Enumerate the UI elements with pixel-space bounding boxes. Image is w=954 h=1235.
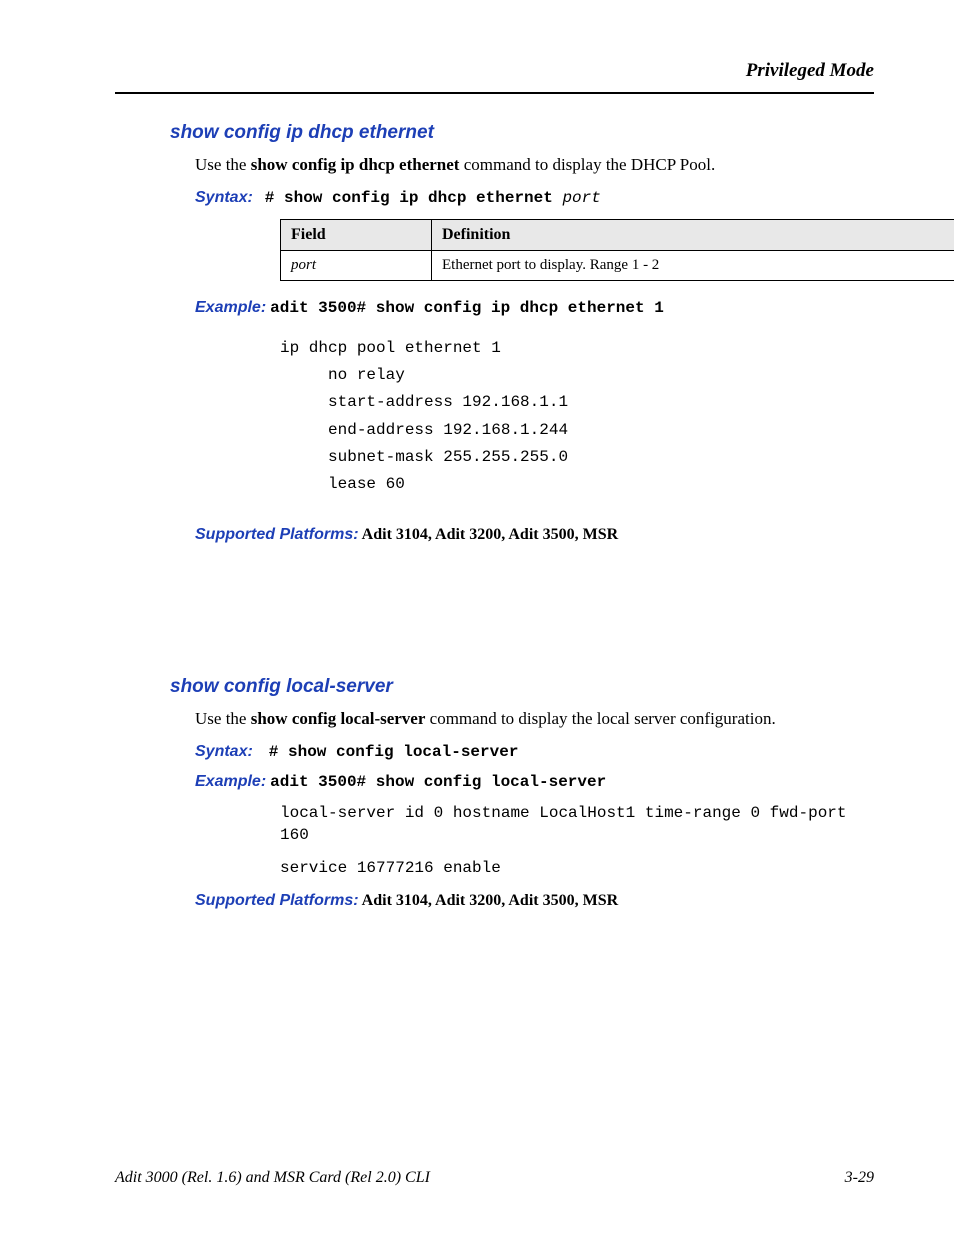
section2-intro-cmd: show config local-server <box>251 709 426 728</box>
syntax-hash: # <box>269 743 288 761</box>
platforms-list: Adit 3104, Adit 3200, Adit 3500, MSR <box>359 892 619 909</box>
section1-code-block: ip dhcp pool ethernet 1 no relay start-a… <box>280 335 874 498</box>
section2-syntax-row: Syntax: # show config local-server <box>195 743 874 761</box>
section2-intro: Use the show config local-server command… <box>195 708 874 731</box>
syntax-hash: # <box>265 189 284 207</box>
page-footer: Adit 3000 (Rel. 1.6) and MSR Card (Rel 2… <box>115 1169 874 1187</box>
section1-field-table: Field Definition port Ethernet port to d… <box>280 219 954 281</box>
platforms-label: Supported Platforms: <box>195 892 359 909</box>
section2-output-line1: local-server id 0 hostname LocalHost1 ti… <box>280 803 874 846</box>
syntax-cmd: show config local-server <box>288 743 518 761</box>
section1-title: show config ip dhcp ethernet <box>170 122 874 144</box>
section1-intro: Use the show config ip dhcp ethernet com… <box>195 154 874 177</box>
td-port-def: Ethernet port to display. Range 1 - 2 <box>432 250 954 280</box>
syntax-cmd: show config ip dhcp ethernet <box>284 189 562 207</box>
td-port: port <box>281 250 432 280</box>
section1-syntax-row: Syntax: # show config ip dhcp ethernet p… <box>195 189 874 207</box>
footer-left: Adit 3000 (Rel. 1.6) and MSR Card (Rel 2… <box>115 1169 430 1187</box>
th-definition: Definition <box>432 219 954 250</box>
section2-intro-post: command to display the local server conf… <box>425 709 775 728</box>
table-row: port Ethernet port to display. Range 1 -… <box>281 250 954 280</box>
page-header-mode: Privileged Mode <box>115 60 874 82</box>
example-cmd: adit 3500# show config local-server <box>270 773 606 791</box>
section2-title: show config local-server <box>170 676 874 698</box>
syntax-label: Syntax: <box>195 189 253 206</box>
th-field: Field <box>281 219 432 250</box>
section2-platforms-row: Supported Platforms: Adit 3104, Adit 320… <box>195 892 874 910</box>
example-label: Example: <box>195 299 266 316</box>
section2-intro-pre: Use the <box>195 709 251 728</box>
section1-intro-post: command to display the DHCP Pool. <box>459 155 715 174</box>
section1-intro-pre: Use the <box>195 155 251 174</box>
platforms-label: Supported Platforms: <box>195 526 359 543</box>
section2-example-row: Example: adit 3500# show config local-se… <box>195 773 874 791</box>
header-rule <box>115 92 874 94</box>
example-cmd: adit 3500# show config ip dhcp ethernet … <box>270 299 664 317</box>
section1-platforms-row: Supported Platforms: Adit 3104, Adit 320… <box>195 526 874 544</box>
syntax-label: Syntax: <box>195 743 253 760</box>
footer-right: 3-29 <box>845 1169 874 1187</box>
table-header-row: Field Definition <box>281 219 954 250</box>
example-label: Example: <box>195 773 266 790</box>
section1-example-row: Example: adit 3500# show config ip dhcp … <box>195 299 874 317</box>
platforms-list: Adit 3104, Adit 3200, Adit 3500, MSR <box>359 526 619 543</box>
section1-intro-cmd: show config ip dhcp ethernet <box>251 155 460 174</box>
section2-output-line2: service 16777216 enable <box>280 858 874 880</box>
syntax-arg: port <box>562 189 600 207</box>
